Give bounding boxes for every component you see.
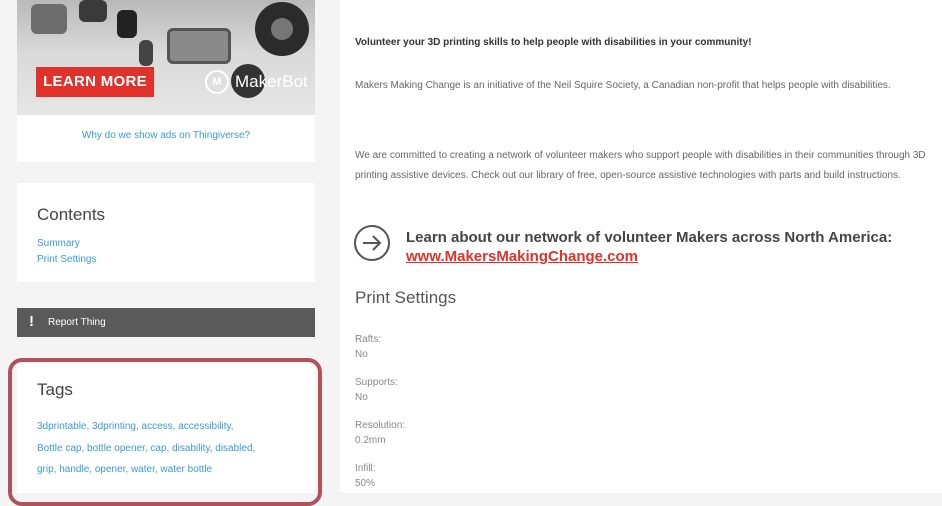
makerbot-icon: M xyxy=(205,70,229,94)
main-content: Volunteer your 3D printing skills to hel… xyxy=(340,0,942,493)
setting-label-rafts: Rafts: xyxy=(355,334,382,345)
report-thing-button[interactable]: ! Report Thing xyxy=(17,308,315,337)
network-cta-text: Learn about our network of volunteer Mak… xyxy=(406,229,893,246)
summary-intro: Volunteer your 3D printing skills to hel… xyxy=(355,37,752,48)
learn-more-button[interactable]: LEARN MORE xyxy=(36,67,154,97)
report-thing-label: Report Thing xyxy=(48,317,106,328)
contents-title: Contents xyxy=(37,205,106,224)
arrow-right-icon[interactable] xyxy=(354,225,390,261)
print-settings-title: Print Settings xyxy=(355,288,457,307)
makerbot-wordmark: MakerBot xyxy=(235,72,308,91)
summary-paragraph: We are committed to creating a network o… xyxy=(355,150,926,181)
makers-making-change-link[interactable]: www.MakersMakingChange.com xyxy=(406,248,638,265)
highlight-outline xyxy=(8,358,322,506)
contents-link-summary[interactable]: Summary xyxy=(37,238,80,249)
contents-card: Contents Summary Print Settings xyxy=(17,183,315,282)
summary-paragraph: Makers Making Change is an initiative of… xyxy=(355,80,891,91)
setting-label-infill: Infill: xyxy=(355,463,376,474)
setting-value-resolution: 0.2mm xyxy=(355,435,386,446)
makerbot-logo: M MakerBot xyxy=(205,69,308,95)
ad-banner[interactable]: LEARN MORE M MakerBot xyxy=(17,0,315,115)
setting-label-supports: Supports: xyxy=(355,377,398,388)
contents-link-print-settings[interactable]: Print Settings xyxy=(37,254,96,265)
setting-label-resolution: Resolution: xyxy=(355,420,406,431)
setting-value-supports: No xyxy=(355,392,368,403)
why-ads-link[interactable]: Why do we show ads on Thingiverse? xyxy=(17,130,315,141)
sidebar: LEARN MORE M MakerBot Why do we show ads… xyxy=(0,0,330,506)
setting-value-infill: 50% xyxy=(355,478,376,489)
ad-card: LEARN MORE M MakerBot Why do we show ads… xyxy=(17,0,315,162)
exclamation-icon: ! xyxy=(29,313,34,330)
setting-value-rafts: No xyxy=(355,349,368,360)
